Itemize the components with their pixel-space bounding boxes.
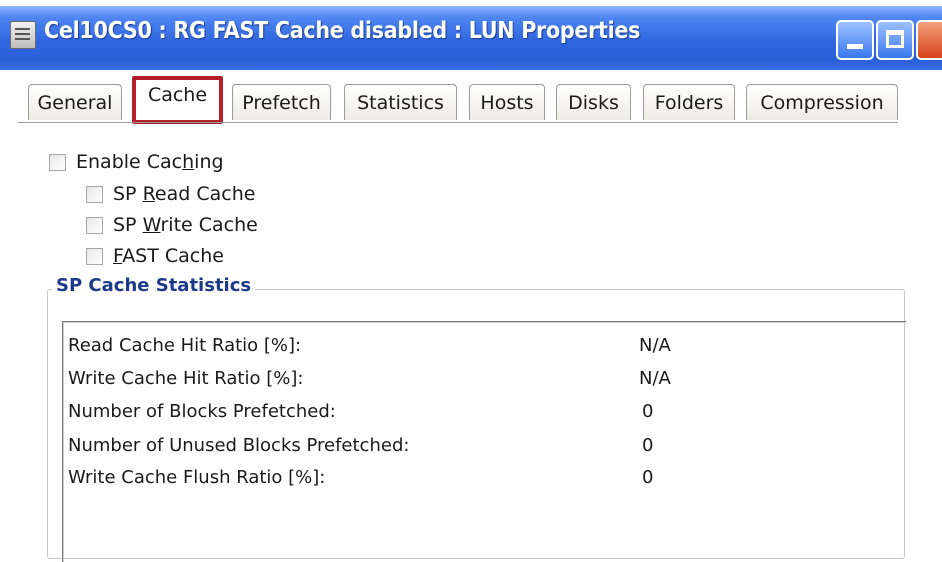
checkbox-box[interactable] (86, 185, 103, 203)
app-icon[interactable] (10, 21, 36, 49)
fast-cache-checkbox[interactable]: FAST Cache (86, 244, 224, 268)
tab-general[interactable]: General (28, 84, 122, 120)
enable-caching-checkbox[interactable]: Enable Caching (49, 150, 224, 174)
tab-compression[interactable]: Compression (746, 84, 898, 120)
tab-folders[interactable]: Folders (643, 84, 735, 120)
stat-value-write-hit: N/A (639, 368, 671, 389)
checkbox-box[interactable] (86, 216, 103, 234)
statistics-panel: Read Cache Hit Ratio [%]: N/A Write Cach… (62, 321, 906, 562)
tab-hosts[interactable]: Hosts (469, 84, 545, 120)
stat-value-unused-blocks: 0 (642, 435, 654, 456)
maximize-icon (886, 30, 904, 48)
sp-cache-statistics-title: SP Cache Statistics (52, 275, 256, 296)
sp-read-cache-label: SP Read Cache (113, 183, 256, 205)
minimize-button[interactable] (836, 20, 874, 60)
title-bar[interactable]: Cel10CS0 : RG FAST Cache disabled : LUN … (0, 0, 942, 74)
enable-caching-label: Enable Caching (76, 151, 224, 173)
tab-cache[interactable]: Cache (132, 76, 223, 124)
stat-value-blocks-prefetched: 0 (642, 401, 654, 422)
tab-prefetch[interactable]: Prefetch (232, 84, 331, 120)
sp-read-cache-checkbox[interactable]: SP Read Cache (86, 182, 255, 206)
maximize-button[interactable] (876, 20, 914, 60)
stat-label-write-hit: Write Cache Hit Ratio [%]: (68, 368, 304, 389)
checkbox-box[interactable] (86, 247, 103, 265)
close-button[interactable] (916, 20, 942, 60)
minimize-icon (847, 44, 863, 49)
tab-statistics[interactable]: Statistics (344, 84, 457, 120)
stat-label-flush-ratio: Write Cache Flush Ratio [%]: (68, 467, 326, 488)
tab-strip: General Cache Prefetch Statistics Hosts … (0, 74, 942, 124)
sp-write-cache-checkbox[interactable]: SP Write Cache (86, 213, 258, 237)
tab-disks[interactable]: Disks (556, 84, 631, 120)
sp-write-cache-label: SP Write Cache (113, 214, 258, 236)
window-title: Cel10CS0 : RG FAST Cache disabled : LUN … (44, 18, 641, 44)
stat-label-read-hit: Read Cache Hit Ratio [%]: (68, 335, 302, 356)
stat-value-read-hit: N/A (639, 335, 671, 356)
stat-value-flush-ratio: 0 (642, 467, 654, 488)
checkbox-box[interactable] (49, 153, 66, 171)
tab-panel-border (18, 122, 898, 123)
fast-cache-label: FAST Cache (113, 245, 224, 267)
stat-label-unused-blocks: Number of Unused Blocks Prefetched: (68, 435, 410, 456)
stat-label-blocks-prefetched: Number of Blocks Prefetched: (68, 401, 336, 422)
